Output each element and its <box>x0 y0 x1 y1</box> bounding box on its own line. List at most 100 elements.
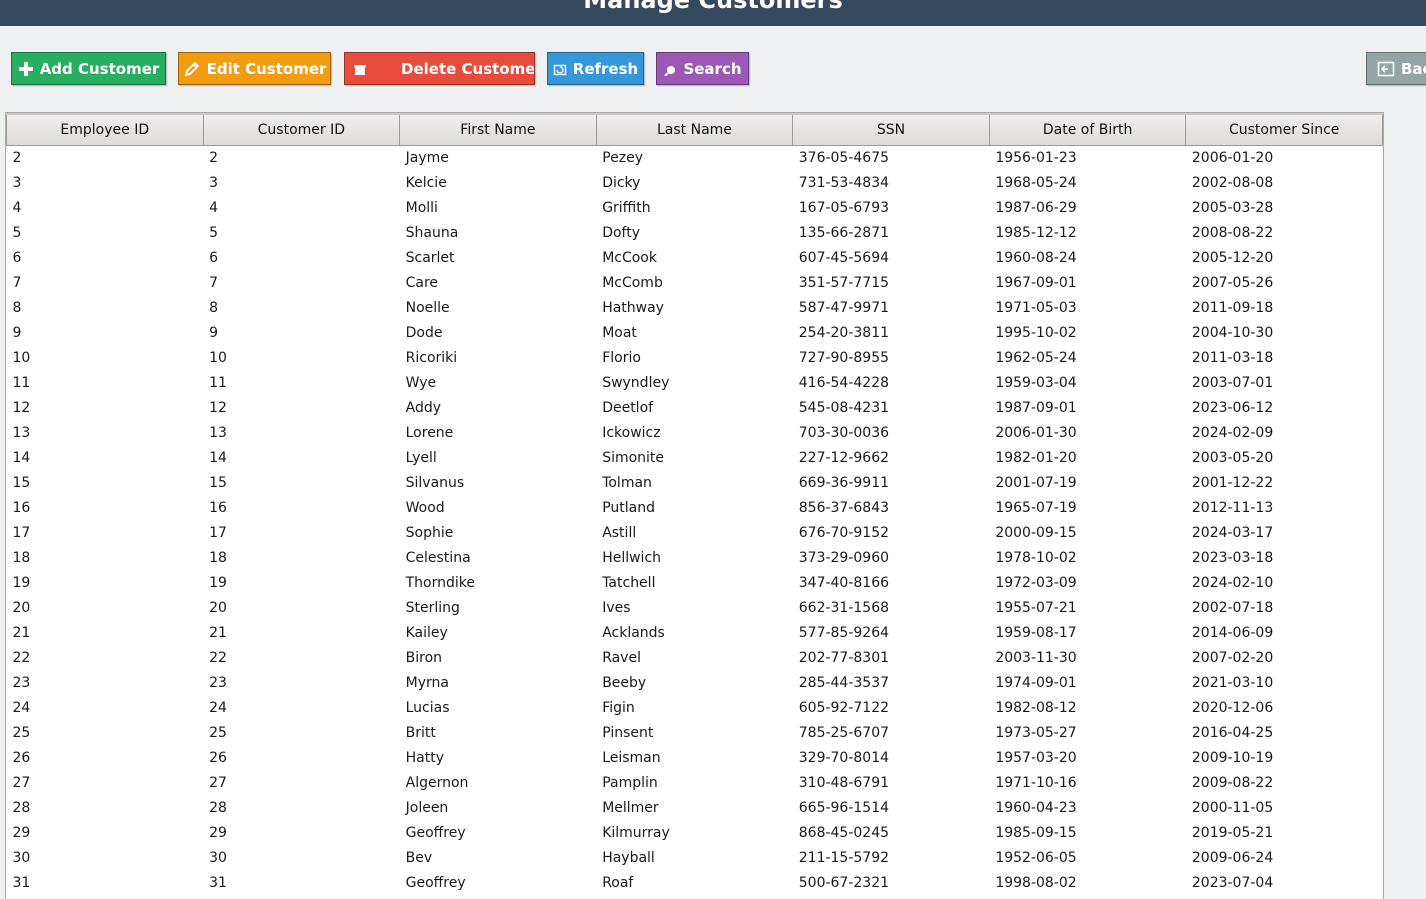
table-cell: Dofty <box>602 225 640 241</box>
table-cell: 605-92-7122 <box>798 700 890 716</box>
table-body: 2 2 Jayme Pezey 376-05-4675 1956-01-23 2006-01… <box>7 146 1383 897</box>
table-row[interactable]: 17 17 Sophie Astill 676-70-9152 2000-09-15 202… <box>7 521 1383 546</box>
table-cell: 2009-06-24 <box>1191 850 1274 866</box>
table-cell: 23 <box>12 675 31 691</box>
edit-customer-button[interactable]: Edit Customer <box>178 52 331 85</box>
table-row[interactable]: 21 21 Kailey Acklands 577-85-9264 1959-08-17 2… <box>7 621 1383 646</box>
table-row[interactable]: 3 3 Kelcie Dicky 731-53-4834 1968-05-24 2002-0… <box>7 171 1383 196</box>
table-cell: 2020-12-06 <box>1191 700 1274 716</box>
table-cell: Astill <box>602 525 637 541</box>
table-cell: 2000-11-05 <box>1191 800 1274 816</box>
table-cell: Beeby <box>602 675 647 691</box>
table-cell: Hatty <box>405 750 444 766</box>
table-row[interactable]: 23 23 Myrna Beeby 285-44-3537 1974-09-01 2021-… <box>7 671 1383 696</box>
table-cell: Ricoriki <box>405 350 458 366</box>
column-header[interactable]: SSN <box>792 113 990 146</box>
table-cell: 577-85-9264 <box>798 625 890 641</box>
table-cell: Algernon <box>405 775 469 791</box>
table-cell: Florio <box>602 350 641 366</box>
table-cell: Sterling <box>405 600 460 616</box>
table-cell: 868-45-0245 <box>798 825 890 841</box>
table-cell: Shauna <box>405 225 459 241</box>
add-customer-button[interactable]: Add Customer <box>11 52 166 85</box>
table-row[interactable]: 5 5 Shauna Dofty 135-66-2871 1985-12-12 2008-0… <box>7 221 1383 246</box>
table-cell: Geoffrey <box>405 875 466 891</box>
table-cell: Simonite <box>602 450 665 466</box>
table-cell: Moat <box>602 325 637 341</box>
table-row[interactable]: 28 28 Joleen Mellmer 665-96-1514 1960-04-23 20… <box>7 796 1383 821</box>
search-button[interactable]: Search <box>656 52 749 85</box>
edit-customer-label: Edit Customer <box>206 59 327 78</box>
table-row[interactable]: 2 2 Jayme Pezey 376-05-4675 1956-01-23 2006-01… <box>7 146 1383 172</box>
table-cell: Ives <box>602 600 631 616</box>
table-cell: 2004-10-30 <box>1191 325 1274 341</box>
table-cell: 11 <box>12 375 31 391</box>
table-row[interactable]: 29 29 Geoffrey Kilmurray 868-45-0245 1985-09-… <box>7 821 1383 846</box>
table-cell: 2023-07-04 <box>1191 875 1274 891</box>
table-cell: 727-90-8955 <box>798 350 890 366</box>
table-row[interactable]: 24 24 Lucias Figin 605-92-7122 1982-08-12 2020… <box>7 696 1383 721</box>
table-cell: 20 <box>209 600 227 616</box>
column-header[interactable]: Customer ID <box>202 113 401 146</box>
table-row[interactable]: 22 22 Biron Ravel 202-77-8301 2003-11-30 2007-… <box>7 646 1383 671</box>
column-header[interactable]: Employee ID <box>6 113 204 146</box>
table-row[interactable]: 31 31 Geoffrey Roaf 500-67-2321 1998-08-02 202… <box>7 871 1383 896</box>
refresh-icon <box>553 62 567 76</box>
table-cell: 8 <box>12 300 22 316</box>
table-row[interactable]: 26 26 Hatty Leisman 329-70-8014 1957-03-20 200… <box>7 746 1383 771</box>
refresh-button[interactable]: Refresh <box>547 52 644 85</box>
column-header[interactable]: Date of Birth <box>988 113 1187 146</box>
table-cell: 1971-05-03 <box>995 300 1077 316</box>
table-cell: 26 <box>12 750 31 766</box>
table-row[interactable]: 12 12 Addy Deetlof 545-08-4231 1987-09-01 2023… <box>7 396 1383 421</box>
table-row[interactable]: 9 9 Dode Moat 254-20-3811 1995-10-02 2004-10-3… <box>7 321 1383 346</box>
table-cell: 15 <box>12 475 31 491</box>
delete-customer-button[interactable]: Delete Customer <box>344 52 535 85</box>
table-cell: 1982-01-20 <box>995 450 1077 466</box>
table-row[interactable]: 16 16 Wood Putland 856-37-6843 1965-07-19 2012… <box>7 496 1383 521</box>
table-cell: 1960-04-23 <box>995 800 1077 816</box>
table-row[interactable]: 7 7 Care McComb 351-57-7715 1967-09-01 2007-05… <box>7 271 1383 296</box>
table-cell: Britt <box>405 725 436 741</box>
table-row[interactable]: 19 19 Thorndike Tatchell 347-40-8166 1972-03-… <box>7 571 1383 596</box>
table-cell: 27 <box>209 775 227 791</box>
table-cell: 18 <box>12 550 31 566</box>
table-row[interactable]: 30 30 Bev Hayball 211-15-5792 1952-06-05 2009-… <box>7 846 1383 871</box>
table-row[interactable]: 11 11 Wye Swyndley 416-54-4228 1959-03-04 2003… <box>7 371 1383 396</box>
table-row[interactable]: 8 8 Noelle Hathway 587-47-9971 1971-05-03 2011… <box>7 296 1383 321</box>
table-row[interactable]: 6 6 Scarlet McCook 607-45-5694 1960-08-24 2005… <box>7 246 1383 271</box>
table-cell: 30 <box>12 850 31 866</box>
table-row[interactable]: 10 10 Ricoriki Florio 727-90-8955 1962-05-24 2… <box>7 346 1383 371</box>
table-row[interactable]: 4 4 Molli Griffith 167-05-6793 1987-06-29 2005… <box>7 196 1383 221</box>
table-cell: Ickowicz <box>602 425 661 441</box>
table-cell: Myrna <box>405 675 449 691</box>
table-cell: 2003-11-30 <box>995 650 1077 666</box>
column-header[interactable]: Customer Since <box>1185 113 1383 146</box>
table-cell: 227-12-9662 <box>798 450 890 466</box>
back-button[interactable]: Back <box>1366 52 1426 85</box>
table-cell: 310-48-6791 <box>798 775 890 791</box>
table-row[interactable]: 15 15 Silvanus Tolman 669-36-9911 2001-07-19 2… <box>7 471 1383 496</box>
table-cell: 6 <box>12 250 22 266</box>
table-cell: 1985-09-15 <box>995 825 1077 841</box>
table-cell: 14 <box>209 450 227 466</box>
table-cell: Lucias <box>405 700 450 716</box>
table-cell: Tolman <box>602 475 652 491</box>
table-cell: 22 <box>209 650 227 666</box>
table-header-row: Employee ID Customer ID First Name Last Nam… <box>6 113 1383 146</box>
column-header[interactable]: Last Name <box>595 113 794 146</box>
table-row[interactable]: 14 14 Lyell Simonite 227-12-9662 1982-01-20 20… <box>7 446 1383 471</box>
table-row[interactable]: 25 25 Britt Pinsent 785-25-6707 1973-05-27 201… <box>7 721 1383 746</box>
table-row[interactable]: 13 13 Lorene Ickowicz 703-30-0036 2006-01-30 2… <box>7 421 1383 446</box>
table-cell: 856-37-6843 <box>798 500 890 516</box>
table-cell: Dode <box>405 325 443 341</box>
table-cell: 16 <box>209 500 227 516</box>
column-header[interactable]: First Name <box>399 113 597 146</box>
table-row[interactable]: 18 18 Celestina Hellwich 373-29-0960 1978-10-… <box>7 546 1383 571</box>
table-cell: 373-29-0960 <box>798 550 890 566</box>
table-row[interactable]: 20 20 Sterling Ives 662-31-1568 1955-07-21 200… <box>7 596 1383 621</box>
table-cell: 17 <box>209 525 227 541</box>
refresh-label: Refresh <box>572 59 639 78</box>
table-row[interactable]: 27 27 Algernon Pamplin 310-48-6791 1971-10-16… <box>7 771 1383 796</box>
table-cell: 1974-09-01 <box>995 675 1077 691</box>
